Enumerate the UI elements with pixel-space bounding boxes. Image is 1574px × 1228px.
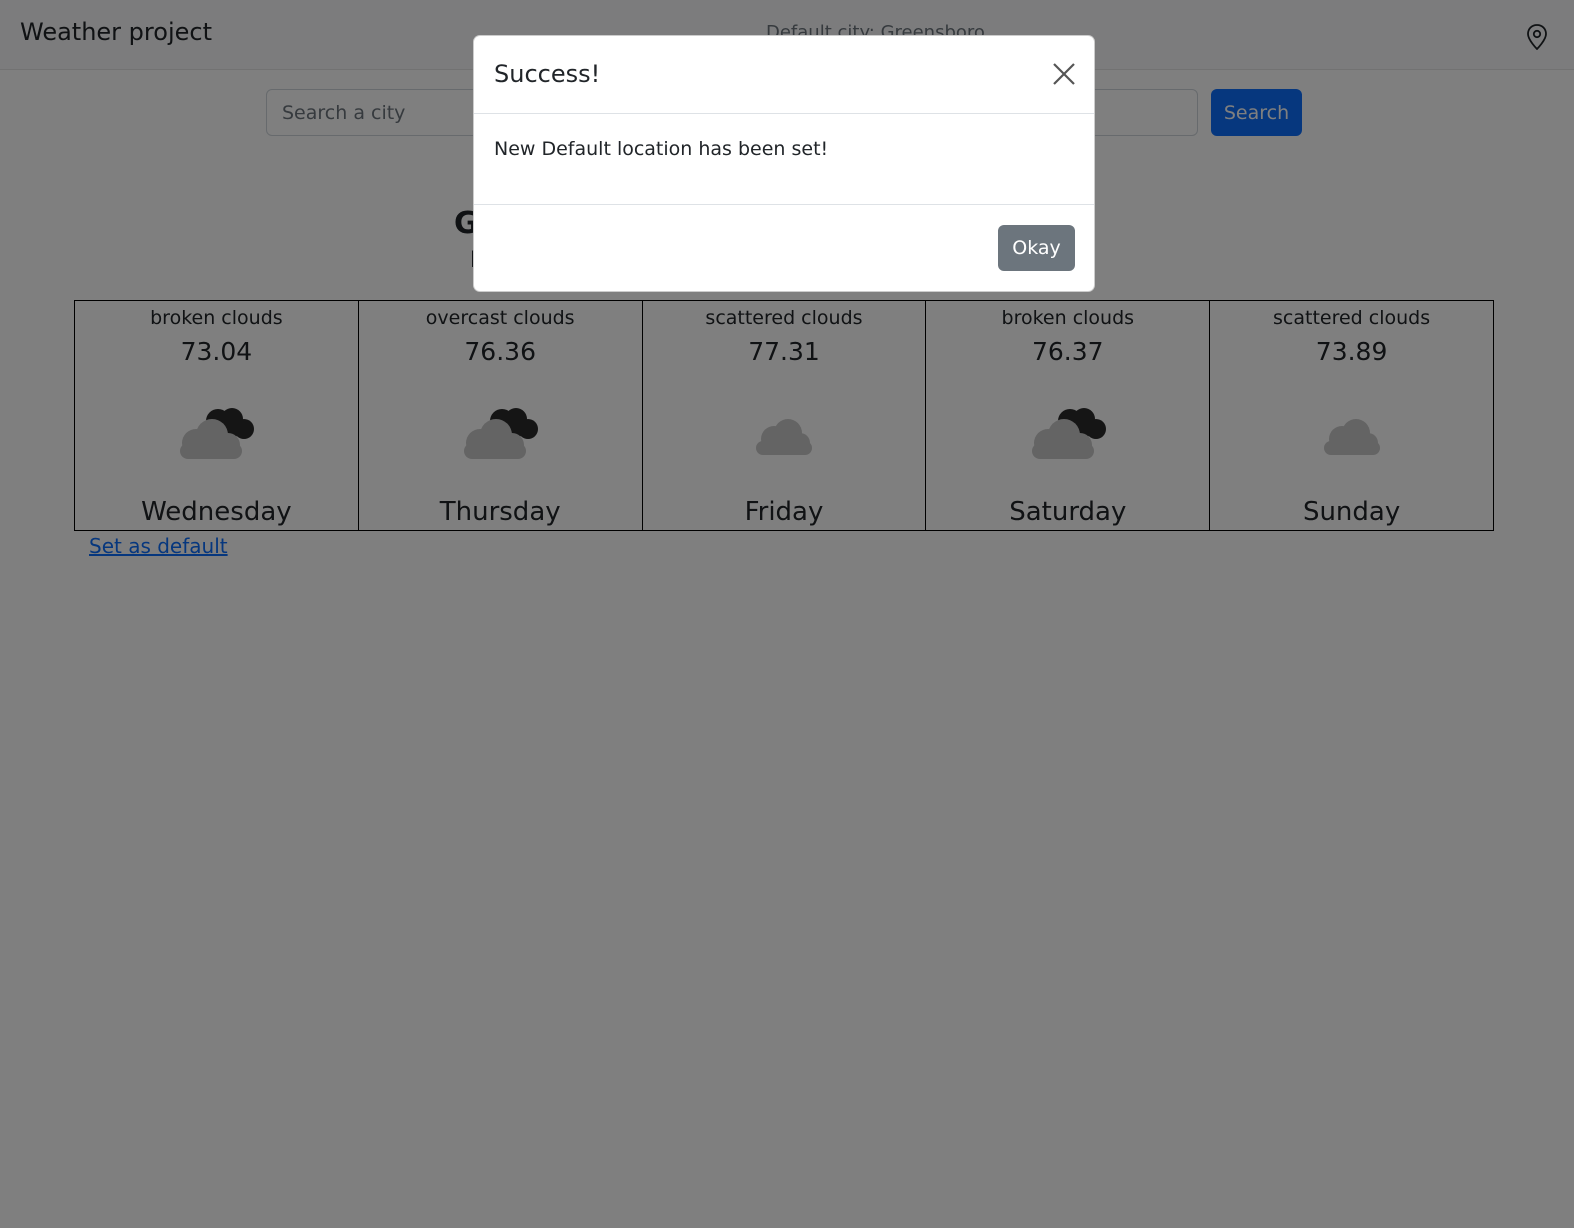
modal-header: Success! — [474, 36, 1094, 114]
close-icon[interactable] — [1050, 60, 1078, 88]
success-modal: Success! New Default location has been s… — [473, 35, 1095, 292]
modal-message: New Default location has been set! — [494, 138, 829, 160]
modal-title: Success! — [494, 60, 601, 88]
okay-button[interactable]: Okay — [998, 225, 1075, 271]
modal-body: New Default location has been set! — [474, 114, 1094, 205]
